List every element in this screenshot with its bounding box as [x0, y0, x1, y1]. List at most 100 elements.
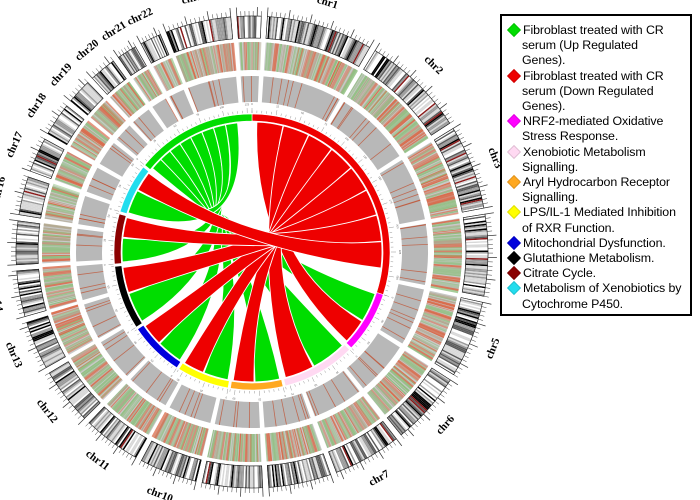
cytoband	[252, 465, 255, 488]
legend-color-diamond-icon	[506, 114, 522, 129]
axis-tick	[21, 322, 27, 325]
inner-axis-tick	[170, 136, 172, 139]
inner-axis-tick	[145, 159, 148, 162]
axis-tick	[484, 212, 494, 215]
axis-tick	[440, 393, 445, 398]
axis-tick	[439, 103, 448, 110]
inner-axis-tick	[364, 333, 367, 336]
chromosome-label: chr10	[145, 484, 175, 500]
inner-axis-tick	[157, 143, 161, 148]
axis-tick	[281, 486, 283, 492]
axis-tick	[72, 91, 77, 95]
inner-axis-tick	[155, 148, 158, 151]
axis-tick	[354, 34, 357, 40]
axis-tick	[318, 478, 321, 484]
axis-tick	[480, 310, 486, 313]
inner-axis-tick	[137, 333, 140, 336]
axis-tick	[417, 420, 422, 425]
axis-tick	[193, 481, 197, 491]
inner-axis-tick	[134, 172, 138, 175]
axis-tick	[336, 472, 339, 478]
inner-axis-tick	[320, 372, 322, 376]
inner-axis-tick-label: 75	[196, 112, 201, 117]
inner-axis-tick	[198, 380, 201, 384]
axis-tick	[371, 455, 375, 461]
inner-axis-tick	[115, 212, 119, 214]
inner-axis-tick	[213, 115, 215, 119]
axis-tick	[385, 446, 389, 451]
axis-tick	[344, 469, 347, 474]
axis-tick	[455, 370, 461, 374]
axis-tick	[68, 405, 73, 409]
axis-tick	[461, 359, 467, 362]
inner-axis-tick	[123, 192, 126, 195]
inner-axis-tick	[337, 140, 340, 143]
axis-tick	[229, 7, 232, 17]
axis-tick	[480, 189, 485, 192]
inner-axis-tick	[317, 126, 319, 130]
chromosome-label: chr5	[483, 336, 500, 361]
inner-axis-tick	[335, 362, 338, 365]
chromosome-label: chr7	[367, 468, 392, 489]
circos-svg: 0255075100125150175200225250025500255075…	[0, 0, 500, 500]
inner-axis-tick	[123, 311, 127, 313]
axis-tick	[28, 339, 33, 342]
axis-tick	[216, 13, 218, 19]
axis-tick	[361, 38, 365, 44]
legend-list: Fibroblast treated with CR serum (Up Reg…	[506, 22, 684, 312]
axis-tick	[378, 450, 384, 459]
inner-axis-tick	[378, 194, 382, 196]
axis-tick	[293, 484, 296, 490]
axis-tick	[342, 29, 345, 35]
inner-axis-tick	[127, 184, 130, 186]
axis-tick	[17, 196, 23, 198]
inner-axis-tick-label: 0	[251, 102, 253, 106]
axis-tick	[14, 190, 24, 194]
chromosome-label: chr20	[73, 37, 102, 64]
axis-tick	[457, 366, 463, 370]
axis-tick	[213, 485, 216, 491]
inner-axis-tick	[387, 280, 391, 282]
axis-tick	[85, 71, 93, 79]
axis-tick	[221, 12, 223, 18]
legend-item-label: Metabolism of Xenobiotics by Cytochrome …	[522, 281, 682, 311]
axis-tick	[205, 483, 207, 489]
axis-tick	[467, 347, 473, 350]
axis-tick	[301, 482, 304, 488]
axis-tick	[13, 287, 19, 289]
inner-axis-tick-label: 250	[395, 275, 400, 281]
inner-axis-tick	[329, 134, 332, 137]
axis-tick	[85, 422, 90, 427]
axis-tick	[84, 78, 89, 83]
axis-tick	[436, 102, 442, 106]
cytoband	[249, 16, 251, 39]
chromosome-label: chr14	[0, 284, 5, 313]
axis-tick	[138, 460, 142, 466]
axis-tick	[122, 450, 126, 456]
inner-axis-tick	[182, 128, 184, 132]
axis-tick	[146, 464, 150, 469]
axis-tick	[54, 387, 60, 391]
axis-tick	[19, 187, 25, 190]
axis-tick	[16, 299, 22, 302]
axis-tick	[35, 355, 41, 359]
axis-tick	[203, 15, 205, 21]
inner-axis-tick-label: 0	[354, 355, 358, 359]
legend-color-diamond-icon	[506, 68, 522, 83]
axis-tick	[63, 94, 71, 102]
chromosome-label: chr3	[485, 146, 500, 171]
axis-tick	[166, 472, 169, 478]
inner-axis-tick-label: 25	[258, 398, 262, 402]
inner-axis-tick	[185, 374, 187, 378]
axis-tick	[77, 418, 85, 425]
inner-axis-tick-label: 25	[276, 104, 280, 109]
axis-tick	[477, 181, 483, 184]
axis-tick	[184, 16, 188, 26]
axis-tick	[112, 446, 119, 455]
axis-tick	[101, 436, 106, 441]
axis-tick	[37, 359, 43, 363]
axis-tick	[399, 64, 404, 69]
inner-axis-tick-label: 0	[390, 296, 394, 299]
axis-tick	[385, 53, 390, 58]
legend-item: Xenobiotic Metabolism Signalling.	[506, 144, 684, 175]
